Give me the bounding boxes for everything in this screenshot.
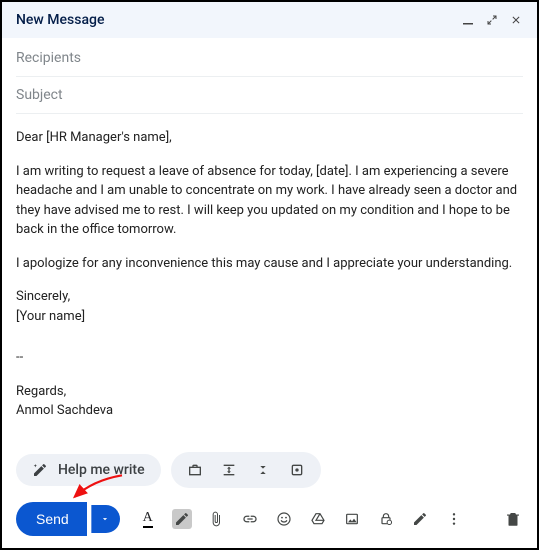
signature-regards: Regards,: [16, 382, 523, 402]
subject-field[interactable]: Subject: [16, 77, 523, 114]
signature-icon[interactable]: [410, 509, 430, 529]
variant-icon[interactable]: [287, 460, 307, 480]
link-icon[interactable]: [240, 509, 260, 529]
window-title: New Message: [16, 12, 104, 28]
styler-icon[interactable]: [172, 509, 192, 529]
body-greeting: Dear [HR Manager's name],: [16, 128, 523, 148]
signature-separator: --: [16, 348, 523, 368]
window-actions: [461, 13, 523, 27]
signature-name: Anmol Sachdeva: [16, 401, 523, 421]
compose-header: New Message: [2, 2, 537, 38]
minimize-icon[interactable]: [461, 13, 475, 27]
confidential-icon[interactable]: [376, 509, 396, 529]
image-icon[interactable]: [342, 509, 362, 529]
recipients-field[interactable]: Recipients: [16, 40, 523, 77]
discard-icon[interactable]: [503, 509, 523, 529]
drive-icon[interactable]: [308, 509, 328, 529]
pencil-sparkle-icon: [32, 462, 48, 478]
help-me-write-chip[interactable]: Help me write: [16, 454, 161, 486]
compose-toolbar: Send A: [2, 494, 537, 548]
send-more-button[interactable]: [91, 505, 120, 533]
attach-icon[interactable]: [206, 509, 226, 529]
formatting-icons: A: [138, 509, 464, 529]
body-paragraph-1: I am writing to request a leave of absen…: [16, 162, 523, 240]
briefcase-icon[interactable]: [185, 460, 205, 480]
expand-vertical-icon[interactable]: [219, 460, 239, 480]
expand-icon[interactable]: [485, 13, 499, 27]
help-row: Help me write: [2, 446, 537, 494]
collapse-vertical-icon[interactable]: [253, 460, 273, 480]
help-action-chip: [171, 452, 321, 488]
compose-fields: Recipients Subject: [2, 38, 537, 114]
body-sender: [Your name]: [16, 307, 523, 327]
send-button[interactable]: Send: [16, 502, 87, 536]
body-paragraph-2: I apologize for any inconvenience this m…: [16, 254, 523, 274]
text-format-icon[interactable]: A: [138, 509, 158, 529]
more-icon[interactable]: [444, 509, 464, 529]
compose-body[interactable]: Dear [HR Manager's name], I am writing t…: [2, 114, 537, 446]
help-me-write-label: Help me write: [58, 462, 145, 478]
emoji-icon[interactable]: [274, 509, 294, 529]
close-icon[interactable]: [509, 13, 523, 27]
body-closing: Sincerely,: [16, 287, 523, 307]
caret-down-icon: [100, 514, 110, 524]
